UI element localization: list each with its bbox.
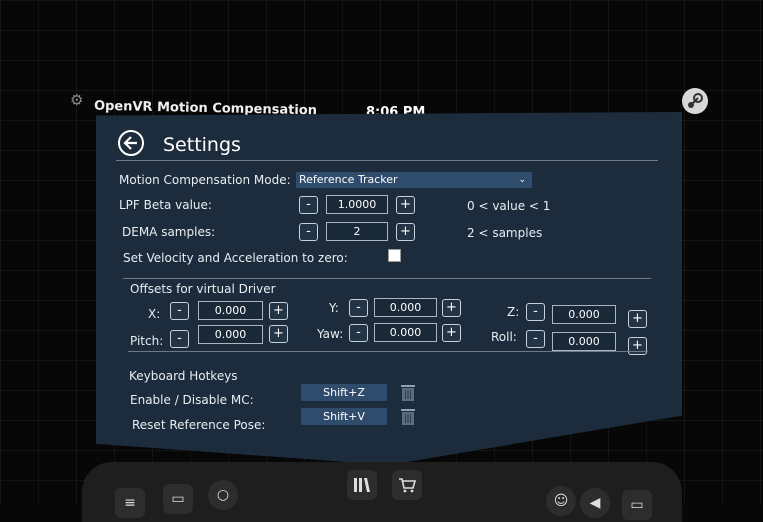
offsets-title: Offsets for virtual Driver [130,282,276,296]
trash-icon[interactable] [400,408,416,426]
y-decrement-button[interactable]: - [349,299,368,317]
x-label: X: [148,307,161,321]
x-increment-button[interactable]: + [269,302,288,320]
dema-input[interactable]: 2 [326,222,388,241]
y-input[interactable]: 0.000 [374,298,437,317]
yaw-decrement-button[interactable]: - [349,324,368,342]
zero-checkbox[interactable] [388,249,401,262]
library-icon[interactable] [347,470,377,500]
user-icon[interactable]: ☺ [546,486,576,516]
yaw-increment-button[interactable]: + [442,324,461,342]
mode-select-value: Reference Tracker [299,173,398,186]
z-increment-button[interactable]: + [628,310,647,328]
y-label: Y: [329,301,339,315]
sound-icon[interactable]: ◀ [580,488,610,518]
power-icon[interactable]: ○ [208,480,238,510]
zero-label: Set Velocity and Acceleration to zero: [123,251,348,265]
trash-icon[interactable] [400,384,416,402]
lpf-decrement-button[interactable]: - [299,196,318,214]
yaw-label: Yaw: [317,327,344,341]
enable-mc-hotkey[interactable]: Shift+Z [301,384,387,401]
pitch-label: Pitch: [130,334,164,348]
dema-label: DEMA samples: [122,225,216,239]
mode-label: Motion Compensation Mode: [119,173,291,187]
lpf-hint: 0 < value < 1 [467,199,551,213]
x-input[interactable]: 0.000 [198,301,263,320]
cart-icon[interactable] [392,470,422,500]
chevron-down-icon: ⌄ [518,175,526,185]
dema-decrement-button[interactable]: - [299,223,318,241]
reset-pose-label: Reset Reference Pose: [132,418,266,432]
hotkeys-title: Keyboard Hotkeys [129,369,238,383]
z-label: Z: [507,305,520,319]
pitch-decrement-button[interactable]: - [170,330,189,348]
dema-hint: 2 < samples [467,226,543,240]
page-title: Settings [163,134,241,156]
z-input[interactable]: 0.000 [552,305,616,324]
enable-mc-label: Enable / Disable MC: [130,393,254,407]
roll-increment-button[interactable]: + [628,337,647,355]
divider [116,160,658,161]
roll-label: Roll: [491,330,517,344]
gear-icon[interactable]: ⚙ [70,92,86,108]
lpf-increment-button[interactable]: + [396,196,415,214]
divider [128,351,648,352]
lpf-input[interactable]: 1.0000 [326,195,388,214]
extra-icon[interactable]: ▭ [622,490,652,520]
menu-icon[interactable]: ≡ [115,488,145,518]
mode-select[interactable]: Reference Tracker ⌄ [296,172,532,188]
back-arrow-icon[interactable] [118,130,144,156]
y-increment-button[interactable]: + [442,299,461,317]
dema-increment-button[interactable]: + [396,223,415,241]
window-icon[interactable]: ▭ [163,484,193,514]
x-decrement-button[interactable]: - [170,302,189,320]
z-decrement-button[interactable]: - [526,303,545,321]
steam-logo-icon[interactable] [682,88,708,114]
settings-panel: Settings Motion Compensation Mode: Refer… [96,112,682,465]
pitch-increment-button[interactable]: + [269,325,288,343]
lpf-label: LPF Beta value: [119,198,212,212]
yaw-input[interactable]: 0.000 [374,323,437,342]
divider [123,278,651,279]
reset-pose-hotkey[interactable]: Shift+V [301,408,387,425]
pitch-input[interactable]: 0.000 [198,325,263,344]
roll-input[interactable]: 0.000 [552,332,616,351]
roll-decrement-button[interactable]: - [526,330,545,348]
